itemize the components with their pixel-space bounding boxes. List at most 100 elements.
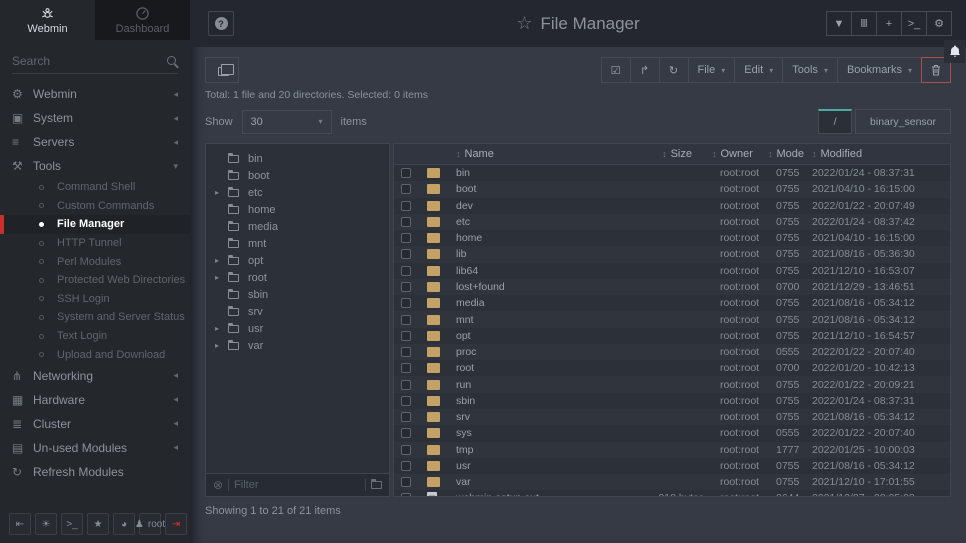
user-button[interactable]: ♟ root — [139, 513, 161, 535]
file-name[interactable]: dev — [448, 200, 608, 212]
expand-caret-icon[interactable]: ▸ — [215, 188, 228, 197]
tree-item[interactable]: ▸ opt — [206, 252, 389, 269]
tab-webmin[interactable]: Webmin — [0, 0, 95, 40]
table-row[interactable]: bin root:root 0755 2022/01/24 - 08:37:31 — [394, 165, 950, 181]
sidebar-item[interactable]: ▤ Un-used Modules ◂ — [0, 436, 190, 460]
toolbar-menu-button[interactable]: Edit — [734, 57, 783, 83]
file-name[interactable]: opt — [448, 330, 608, 342]
tree-item[interactable]: ▸ sbin — [206, 286, 389, 303]
settings-button[interactable]: ⚙ — [926, 11, 952, 36]
file-name[interactable]: bin — [448, 167, 608, 179]
table-row[interactable]: tmp root:root 1777 2022/01/25 - 10:00:03 — [394, 442, 950, 458]
tree-item[interactable]: ▸ etc — [206, 184, 389, 201]
sidebar-item[interactable]: Text Login — [0, 327, 190, 346]
refresh-button[interactable]: ↻ — [659, 57, 689, 83]
tree-item[interactable]: ▸ bin — [206, 150, 389, 167]
row-checkbox[interactable] — [401, 298, 411, 308]
row-checkbox[interactable] — [401, 445, 411, 455]
sidebar-item[interactable]: Protected Web Directories — [0, 271, 190, 290]
favorites-button[interactable]: ★ — [87, 513, 109, 535]
sort-icon[interactable]: ↕ — [768, 149, 773, 159]
toolbar-menu-button[interactable]: File — [688, 57, 736, 83]
tree-item[interactable]: ▸ root — [206, 269, 389, 286]
sidebar-item[interactable]: File Manager — [0, 215, 190, 234]
row-checkbox[interactable] — [401, 412, 411, 422]
sort-icon[interactable]: ↕ — [712, 149, 717, 159]
column-mode[interactable]: Mode — [777, 148, 805, 160]
tree-filter-input[interactable] — [234, 479, 360, 491]
table-row[interactable]: run root:root 0755 2022/01/22 - 20:09:21 — [394, 376, 950, 392]
collapse-sidebar-button[interactable]: ⇤ — [9, 513, 31, 535]
file-name[interactable]: lib — [448, 248, 608, 260]
sidebar-item[interactable]: Perl Modules — [0, 252, 190, 271]
table-row[interactable]: root root:root 0700 2022/01/20 - 10:42:1… — [394, 360, 950, 376]
file-name[interactable]: usr — [448, 460, 608, 472]
breadcrumb-root[interactable]: / — [818, 109, 852, 134]
file-name[interactable]: lib64 — [448, 265, 608, 277]
sidebar-item[interactable]: ↻ Refresh Modules — [0, 460, 190, 484]
table-row[interactable]: lost+found root:root 0700 2021/12/29 - 1… — [394, 279, 950, 295]
toolbar-menu-button[interactable]: Tools — [782, 57, 838, 83]
row-checkbox[interactable] — [401, 461, 411, 471]
column-owner[interactable]: Owner — [721, 148, 753, 160]
sidebar-item[interactable]: ⚙ Webmin ◂ — [0, 82, 190, 106]
tree-item[interactable]: ▸ home — [206, 201, 389, 218]
row-checkbox[interactable] — [401, 380, 411, 390]
row-checkbox[interactable] — [401, 266, 411, 276]
row-checkbox[interactable] — [401, 396, 411, 406]
file-name[interactable]: tmp — [448, 444, 608, 456]
table-row[interactable]: lib root:root 0755 2021/08/16 - 05:36:30 — [394, 246, 950, 262]
sidebar-item[interactable]: System and Server Status — [0, 308, 190, 327]
add-button[interactable]: + — [876, 11, 902, 36]
sort-icon[interactable]: ↕ — [662, 149, 667, 159]
columns-button[interactable]: Ⅲ — [851, 11, 877, 36]
file-name[interactable]: var — [448, 476, 608, 488]
column-name[interactable]: Name — [465, 148, 494, 160]
row-checkbox[interactable] — [401, 217, 411, 227]
table-row[interactable]: sys root:root 0555 2022/01/22 - 20:07:40 — [394, 425, 950, 441]
row-checkbox[interactable] — [401, 201, 411, 211]
row-checkbox[interactable] — [401, 282, 411, 292]
row-checkbox[interactable] — [401, 428, 411, 438]
row-checkbox[interactable] — [401, 347, 411, 357]
row-checkbox[interactable] — [401, 249, 411, 259]
sidebar-item[interactable]: HTTP Tunnel — [0, 234, 190, 253]
tab-dashboard[interactable]: Dashboard — [95, 0, 190, 40]
table-row[interactable]: opt root:root 0755 2021/12/10 - 16:54:57 — [394, 328, 950, 344]
shell-button[interactable]: >_ — [61, 513, 83, 535]
tree-item[interactable]: ▸ media — [206, 218, 389, 235]
table-row[interactable]: sbin root:root 0755 2022/01/24 - 08:37:3… — [394, 393, 950, 409]
row-checkbox[interactable] — [401, 493, 411, 496]
search-input[interactable] — [12, 54, 167, 68]
tree-item[interactable]: ▸ boot — [206, 167, 389, 184]
terminal-button[interactable]: >_ — [901, 11, 927, 36]
logout-button[interactable]: ⇥ — [165, 513, 187, 535]
toolbar-menu-button[interactable]: Bookmarks — [837, 57, 922, 83]
file-name[interactable]: media — [448, 297, 608, 309]
table-row[interactable]: var root:root 0755 2021/12/10 - 17:01:55 — [394, 474, 950, 490]
column-modified[interactable]: Modified — [821, 148, 863, 160]
table-row[interactable]: webmin-setup.out 918 bytes root:root 064… — [394, 490, 950, 496]
tree-item[interactable]: ▸ mnt — [206, 235, 389, 252]
tree-item[interactable]: ▸ srv — [206, 303, 389, 320]
help-button[interactable]: ? — [208, 11, 234, 36]
file-name[interactable]: boot — [448, 183, 608, 195]
filter-button[interactable]: ▼ — [826, 11, 852, 36]
row-checkbox[interactable] — [401, 331, 411, 341]
file-name[interactable]: etc — [448, 216, 608, 228]
file-name[interactable]: sys — [448, 427, 608, 439]
page-size-select[interactable]: 30 ▾ — [242, 110, 332, 134]
theme-button[interactable]: ☀ — [35, 513, 57, 535]
expand-caret-icon[interactable]: ▸ — [215, 324, 228, 333]
tree-item[interactable]: ▸ usr — [206, 320, 389, 337]
expand-caret-icon[interactable]: ▸ — [215, 273, 228, 282]
stats-button[interactable]: ◕ — [113, 513, 135, 535]
row-checkbox[interactable] — [401, 168, 411, 178]
sidebar-item[interactable]: Command Shell — [0, 178, 190, 197]
sidebar-item[interactable]: Upload and Download — [0, 345, 190, 364]
expand-caret-icon[interactable]: ▸ — [215, 341, 228, 350]
table-row[interactable]: boot root:root 0755 2021/04/10 - 16:15:0… — [394, 181, 950, 197]
expand-caret-icon[interactable]: ▸ — [215, 256, 228, 265]
table-row[interactable]: home root:root 0755 2021/04/10 - 16:15:0… — [394, 230, 950, 246]
row-checkbox[interactable] — [401, 184, 411, 194]
